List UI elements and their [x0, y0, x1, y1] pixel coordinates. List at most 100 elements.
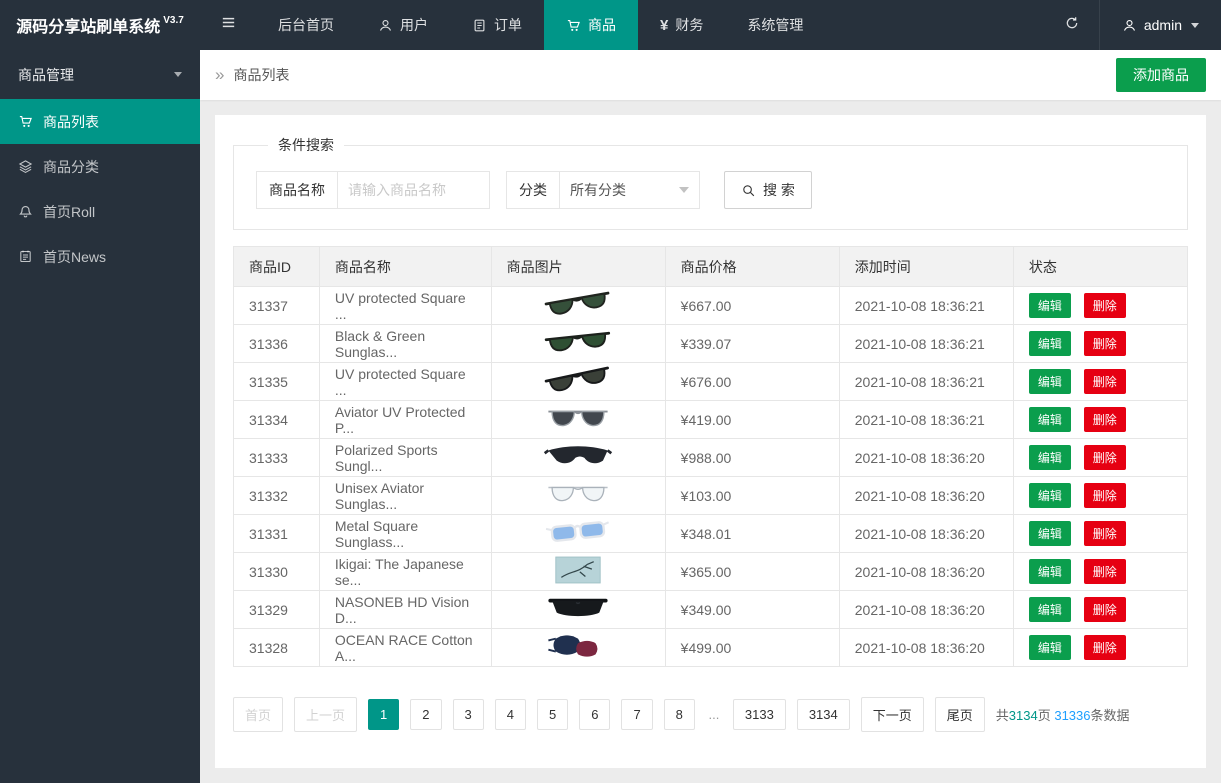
- product-id: 31330: [233, 552, 320, 591]
- product-table-body: 31337 UV protected Square ... ¥667.00 20…: [233, 286, 1189, 667]
- product-time: 2021-10-08 18:36:21: [838, 362, 1014, 401]
- delete-button[interactable]: 删除: [1083, 559, 1126, 584]
- delete-button[interactable]: 删除: [1083, 445, 1126, 470]
- table-row: 31333 Polarized Sports Sungl... ¥988.00 …: [233, 438, 1189, 477]
- delete-button[interactable]: 删除: [1083, 521, 1126, 546]
- sidebar-item-home-news[interactable]: 首页News: [0, 234, 200, 279]
- pagination-button[interactable]: 3134: [796, 699, 850, 730]
- product-name: Black & Green Sunglas...: [318, 324, 492, 363]
- product-id: 31329: [233, 590, 320, 629]
- cart-icon: [18, 114, 33, 129]
- delete-button[interactable]: 删除: [1083, 331, 1126, 356]
- edit-button[interactable]: 编辑: [1028, 445, 1071, 470]
- product-price: ¥667.00: [664, 286, 840, 325]
- edit-button[interactable]: 编辑: [1028, 483, 1071, 508]
- app-logo: 源码分享站刷单系统 V3.7: [0, 0, 200, 50]
- table-row: 31332 Unisex Aviator Sunglas... ¥103.00 …: [233, 476, 1189, 515]
- table-row: 31337 UV protected Square ... ¥667.00 20…: [233, 286, 1189, 325]
- product-name: Metal Square Sunglass...: [318, 514, 492, 553]
- edit-button[interactable]: 编辑: [1028, 521, 1071, 546]
- product-id: 31335: [233, 362, 320, 401]
- search-button[interactable]: 搜 索: [724, 171, 812, 209]
- category-select[interactable]: 所有分类: [560, 171, 700, 209]
- product-name: Polarized Sports Sungl...: [318, 438, 492, 477]
- products-table: 商品ID 商品名称 商品图片 商品价格 添加时间 状态 31337 UV pro…: [233, 246, 1189, 667]
- content-card: 条件搜索 商品名称 分类 所有分类 搜 索: [215, 115, 1206, 768]
- pagination-button[interactable]: 3133: [732, 699, 786, 730]
- pagination-button[interactable]: 5: [536, 699, 569, 730]
- pagination-button[interactable]: 6: [579, 699, 611, 730]
- table-row: 31331 Metal Square Sunglass... ¥348.01 2…: [233, 514, 1189, 553]
- nav-item-system[interactable]: 系统管理: [725, 0, 825, 50]
- sidebar-item-product-categories[interactable]: 商品分类: [0, 144, 200, 189]
- pagination-button[interactable]: 1: [368, 699, 400, 730]
- product-name-input[interactable]: [338, 171, 490, 209]
- delete-button[interactable]: 删除: [1083, 635, 1126, 660]
- product-name: UV protected Square ...: [318, 362, 492, 401]
- table-row: 31329 NASONEB HD Vision D... ¥349.00 202…: [233, 590, 1189, 629]
- product-time: 2021-10-08 18:36:20: [838, 476, 1014, 515]
- delete-button[interactable]: 删除: [1083, 407, 1126, 432]
- pagination-button[interactable]: 8: [663, 699, 695, 730]
- chevron-down-icon: [1191, 22, 1199, 28]
- sidebar-group-product-management[interactable]: 商品管理: [0, 50, 200, 99]
- main-content: » 商品列表 添加商品 条件搜索 商品名称 分类 所有分类: [200, 0, 1221, 768]
- add-product-button[interactable]: 添加商品: [1116, 58, 1206, 92]
- product-name: NASONEB HD Vision D...: [318, 590, 492, 629]
- product-image: [541, 518, 615, 546]
- pagination-button[interactable]: 尾页: [934, 697, 985, 732]
- product-id: 31336: [233, 324, 320, 363]
- nav-item-orders[interactable]: 订单: [450, 0, 544, 50]
- pagination-button[interactable]: 7: [621, 699, 653, 730]
- order-icon: [472, 18, 487, 33]
- admin-user-icon: [1122, 18, 1137, 33]
- pagination-ellipsis: ...: [705, 700, 722, 729]
- pagination-button[interactable]: 3: [452, 699, 484, 730]
- sidebar-toggle-button[interactable]: [200, 0, 256, 50]
- pagination-button[interactable]: 4: [494, 699, 526, 730]
- category-label: 分类: [506, 171, 560, 209]
- product-name: Ikigai: The Japanese se...: [318, 552, 492, 591]
- sidebar-item-home-roll[interactable]: 首页Roll: [0, 189, 200, 234]
- refresh-icon: [1064, 15, 1080, 36]
- nav-item-dashboard[interactable]: 后台首页: [256, 0, 356, 50]
- search-form: 商品名称 分类 所有分类 搜 索: [256, 171, 1165, 209]
- product-time: 2021-10-08 18:36:21: [838, 324, 1014, 363]
- nav-item-finance[interactable]: ¥ 财务: [638, 0, 725, 50]
- category-selected-value: 所有分类: [570, 182, 626, 198]
- product-price: ¥348.01: [664, 514, 840, 553]
- delete-button[interactable]: 删除: [1083, 369, 1126, 394]
- search-legend: 条件搜索: [278, 137, 334, 153]
- edit-button[interactable]: 编辑: [1028, 597, 1071, 622]
- product-price: ¥103.00: [664, 476, 840, 515]
- table-row: 31335 UV protected Square ... ¥676.00 20…: [233, 362, 1189, 401]
- column-product-price: 商品价格: [664, 246, 840, 287]
- pagination-button: 首页: [233, 697, 284, 732]
- product-price: ¥349.00: [664, 590, 840, 629]
- delete-button[interactable]: 删除: [1083, 597, 1126, 622]
- product-image: [541, 442, 615, 470]
- nav-item-products[interactable]: 商品: [544, 0, 638, 50]
- delete-button[interactable]: 删除: [1083, 483, 1126, 508]
- header-right: admin: [1045, 0, 1221, 50]
- edit-button[interactable]: 编辑: [1028, 559, 1071, 584]
- total-pages: 3134: [1008, 708, 1038, 723]
- user-menu[interactable]: admin: [1098, 0, 1221, 50]
- refresh-button[interactable]: [1045, 0, 1099, 50]
- column-product-name: 商品名称: [318, 246, 492, 287]
- news-icon: [18, 249, 33, 264]
- edit-button[interactable]: 编辑: [1028, 635, 1071, 660]
- edit-button[interactable]: 编辑: [1028, 293, 1071, 318]
- edit-button[interactable]: 编辑: [1028, 331, 1071, 356]
- sidebar-item-product-list[interactable]: 商品列表: [0, 99, 200, 144]
- chevron-down-icon: [679, 187, 689, 193]
- pagination-button[interactable]: 下一页: [860, 697, 924, 732]
- pagination-button[interactable]: 2: [410, 699, 442, 730]
- product-name-group: 商品名称: [256, 171, 490, 209]
- top-nav: 后台首页 用户 订单 商品 ¥ 财务 系统管理: [256, 0, 825, 50]
- edit-button[interactable]: 编辑: [1028, 407, 1071, 432]
- table-row: 31334 Aviator UV Protected P... ¥419.00 …: [233, 400, 1189, 439]
- edit-button[interactable]: 编辑: [1028, 369, 1071, 394]
- delete-button[interactable]: 删除: [1083, 293, 1126, 318]
- nav-item-users[interactable]: 用户: [356, 0, 450, 50]
